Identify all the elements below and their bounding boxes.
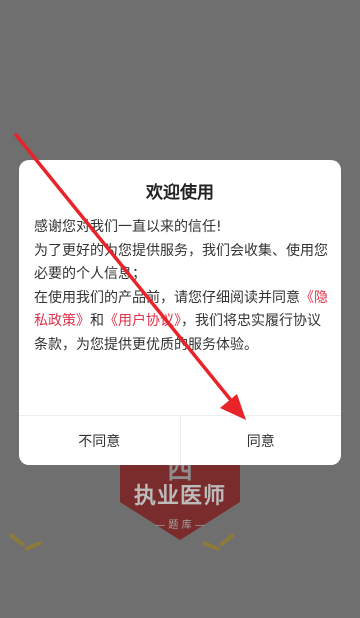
dialog-text-thanks: 感谢您对我们一直以来的信任! [34, 219, 222, 235]
conjunction-text: 和 [90, 313, 104, 329]
disagree-button[interactable]: 不同意 [19, 416, 181, 465]
decoration-icon [8, 532, 26, 548]
agree-button[interactable]: 同意 [181, 416, 342, 465]
dialog-text-agreement: 在使用我们的产品前，请您仔细阅读并同意《隐私政策》和《用户协议》，我们将忠实履行… [34, 287, 329, 358]
dialog-text-collection: 为了更好的为您提供服务，我们会收集、使用您必要的个人信息； [34, 242, 328, 283]
dialog-title: 欢迎使用 [146, 183, 214, 203]
privacy-consent-dialog: 欢迎使用 感谢您对我们一直以来的信任! 为了更好的为您提供服务，我们会收集、使用… [19, 160, 341, 465]
agreement-prefix: 在使用我们的产品前，请您仔细阅读并同意 [34, 289, 300, 306]
user-agreement-link[interactable]: 《用户协议》 [104, 313, 181, 329]
dialog-footer: 不同意 同意 [19, 415, 341, 465]
logo-title: 执业医师 [133, 484, 226, 509]
dialog-body: 感谢您对我们一直以来的信任! 为了更好的为您提供服务，我们会收集、使用您必要的个… [34, 216, 329, 357]
logo-subtitle: — 题 库 — [155, 520, 205, 531]
decoration-icon [23, 540, 43, 552]
